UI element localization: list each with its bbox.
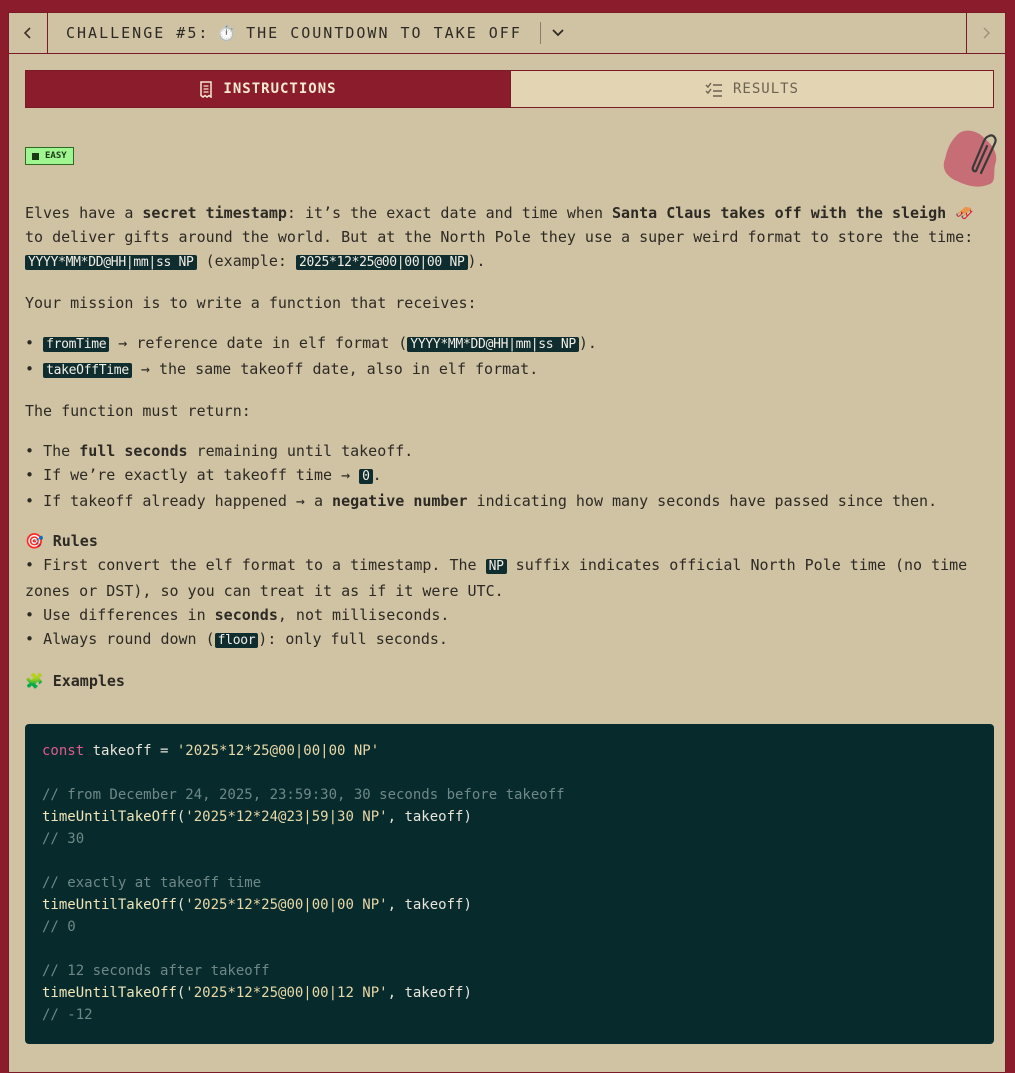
tab-instructions-label: INSTRUCTIONS [223,81,337,97]
list-item: • If we’re exactly at takeoff time → 0. [25,466,382,484]
challenge-number: CHALLENGE #5: [66,24,210,42]
difficulty-label: EASY [45,151,67,161]
list-item: • The full seconds remaining until takeo… [25,442,414,460]
mission-text: Your mission is to write a function that… [25,294,477,312]
challenge-title: CHALLENGE #5: ⏱️ THE COUNTDOWN TO TAKE O… [48,13,565,53]
next-challenge-button[interactable] [966,13,1005,53]
chevron-down-icon [552,29,564,37]
examples-code-block: const takeoff = '2025*12*25@00|00|00 NP'… [25,724,994,1044]
code-line: timeUntilTakeOff('2025*12*25@00|00|12 NP… [42,985,472,1001]
tab-results[interactable]: RESULTS [510,71,993,107]
takeoff-time-code: takeOffTime [43,363,132,378]
list-item: • Use differences in seconds, not millis… [25,606,450,624]
code-line: timeUntilTakeOff('2025*12*25@00|00|00 NP… [42,897,472,913]
target-icon: 🎯 [25,532,44,550]
puzzle-icon: 🧩 [25,672,44,690]
challenge-panel: CHALLENGE #5: ⏱️ THE COUNTDOWN TO TAKE O… [8,12,1006,1073]
example-date-code: 2025*12*25@00|00|00 NP [295,255,468,270]
intro-paragraph: Elves have a secret timestamp: it’s the … [25,204,974,270]
rules-list: • First convert the elf format to a time… [25,553,997,653]
code-comment: // 12 seconds after takeoff [42,963,270,979]
list-item: • If takeoff already happened → a negati… [25,492,938,510]
code-comment: // -12 [42,1007,93,1023]
code-line: const takeoff = '2025*12*25@00|00|00 NP' [42,743,380,759]
code-comment: // exactly at takeoff time [42,875,262,891]
previous-challenge-button[interactable] [9,13,48,53]
examples-heading: 🧩 Examples [25,672,125,690]
tab-instructions[interactable]: INSTRUCTIONS [26,71,510,107]
checklist-icon [705,82,722,97]
rules-heading: 🎯 Rules [25,532,98,550]
chevron-left-icon [23,27,31,39]
challenge-name: THE COUNTDOWN TO TAKE OFF [246,24,522,42]
return-list: • The full seconds remaining until takeo… [25,439,997,513]
list-item: • takeOffTime → the same takeoff date, a… [25,360,539,378]
chevron-right-icon [983,27,990,39]
challenge-select-dropdown[interactable] [539,22,565,44]
instructions-content: Elves have a secret timestamp: it’s the … [25,201,997,693]
tab-bar: INSTRUCTIONS RESULTS [25,70,994,108]
square-icon [32,152,39,160]
difficulty-badge: EASY [25,147,74,165]
code-comment: // 0 [42,919,76,935]
list-item: • Always round down (floor): only full s… [25,630,448,648]
code-comment: // 30 [42,831,85,847]
stopwatch-icon: ⏱️ [217,24,239,42]
parameter-list: • fromTime → reference date in elf forma… [25,331,997,383]
tab-results-label: RESULTS [732,81,799,97]
code-comment: // from December 24, 2025, 23:59:30, 30 … [42,787,565,803]
challenge-topbar: CHALLENGE #5: ⏱️ THE COUNTDOWN TO TAKE O… [9,13,1005,54]
return-intro-text: The function must return: [25,402,251,420]
elf-format-code: YYYY*MM*DD@HH|mm|ss NP [25,255,197,270]
from-time-code: fromTime [43,337,110,352]
paperclip-sticker-icon [943,130,997,187]
receipt-icon [200,80,213,98]
code-line: timeUntilTakeOff('2025*12*24@23|59|30 NP… [42,809,472,825]
list-item: • First convert the elf format to a time… [25,556,968,600]
list-item: • fromTime → reference date in elf forma… [25,334,597,352]
